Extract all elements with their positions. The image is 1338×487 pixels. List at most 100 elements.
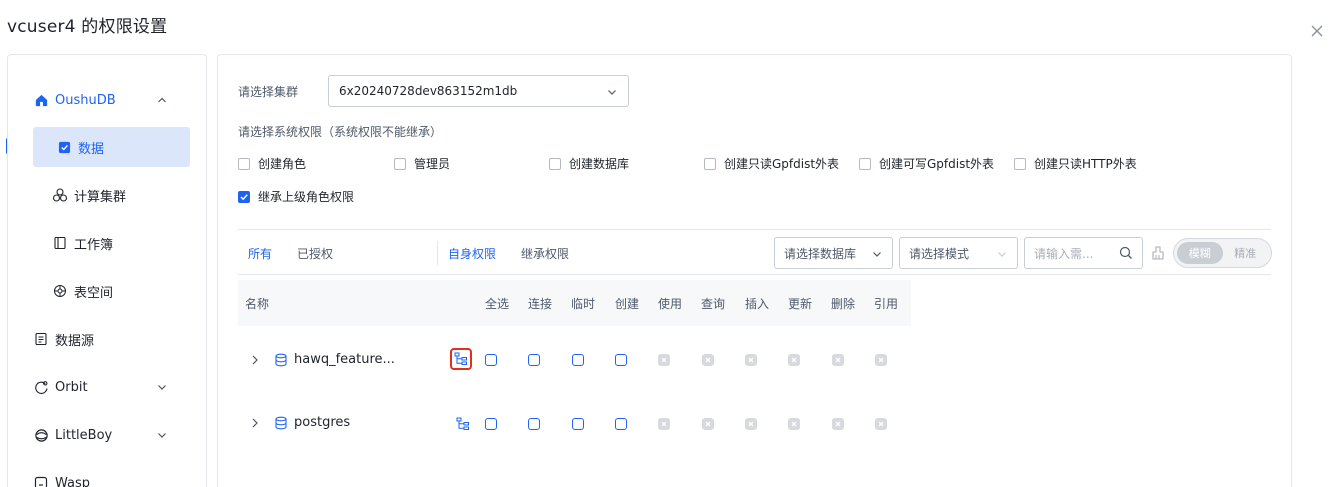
sidebar-item-tablespace[interactable]: 表空间 <box>8 271 206 311</box>
tree-icon <box>454 352 467 365</box>
column-header-temp: 临时 <box>571 297 596 311</box>
checkbox[interactable] <box>238 157 250 170</box>
cluster-select-value: 6x20240728dev863152m1db <box>339 84 518 98</box>
perm-readonly-http-checkbox[interactable]: 创建只读HTTP外表 <box>1014 155 1137 172</box>
sidebar-item-label: Orbit <box>55 379 88 395</box>
tab-own-permissions[interactable]: 自身权限 <box>448 245 496 262</box>
x-icon <box>878 421 884 427</box>
checkbox[interactable] <box>704 157 716 170</box>
close-button[interactable] <box>1308 22 1326 40</box>
column-header-select-all: 全选 <box>485 297 510 311</box>
sidebar-item-data[interactable]: 数据 <box>33 127 190 167</box>
column-header-create: 创建 <box>615 297 640 311</box>
sidebar-item-label: 计算集群 <box>74 189 127 205</box>
perm-select-all-checkbox[interactable] <box>485 418 497 430</box>
perm-select-all-checkbox[interactable] <box>485 354 497 366</box>
perm-writable-gpfdist-checkbox[interactable]: 创建可写Gpfdist外表 <box>859 155 994 172</box>
checkbox-label: 创建可写Gpfdist外表 <box>879 157 995 171</box>
tree-view-button[interactable] <box>452 413 474 435</box>
checkbox-square-icon <box>56 139 72 155</box>
database-filter-select[interactable]: 请选择数据库 <box>774 237 893 269</box>
sidebar-item-label: 工作簿 <box>74 237 114 253</box>
search-input[interactable]: 请输入需... <box>1024 237 1143 269</box>
perm-create-checkbox[interactable] <box>615 354 627 366</box>
sidebar-item-label: Wasp <box>55 475 91 487</box>
perm-create-db-checkbox[interactable]: 创建数据库 <box>549 155 629 172</box>
x-icon <box>791 357 797 363</box>
perm-delete-disabled <box>832 354 844 366</box>
perm-usage-disabled <box>658 354 670 366</box>
checkbox-label: 创建只读Gpfdist外表 <box>724 157 840 171</box>
database-icon <box>275 353 287 367</box>
perm-temp-checkbox[interactable] <box>572 354 584 366</box>
toggle-exact[interactable]: 精准 <box>1223 242 1269 264</box>
expand-icon[interactable] <box>249 417 261 429</box>
perm-insert-disabled <box>745 418 757 430</box>
checkbox[interactable] <box>549 157 561 170</box>
perm-reference-disabled <box>875 418 887 430</box>
sidebar: OushuDB 数据 计算集群 工作簿 表空间 数据源 Orbit Little… <box>7 54 207 487</box>
sidebar-item-datasource[interactable]: 数据源 <box>8 319 206 359</box>
column-header-select: 查询 <box>701 297 726 311</box>
perm-readonly-gpfdist-checkbox[interactable]: 创建只读Gpfdist外表 <box>704 155 839 172</box>
inherit-parent-role-checkbox[interactable]: 继承上级角色权限 <box>238 188 354 205</box>
cluster-select[interactable]: 6x20240728dev863152m1db <box>328 75 629 107</box>
database-icon <box>275 416 287 430</box>
schema-filter-select[interactable]: 请选择模式 <box>899 237 1018 269</box>
chevron-down-icon <box>998 252 1006 257</box>
perm-admin-checkbox[interactable]: 管理员 <box>394 155 450 172</box>
tab-inherited-permissions[interactable]: 继承权限 <box>521 245 569 262</box>
checkbox[interactable] <box>1014 157 1026 170</box>
checkbox-label: 继承上级角色权限 <box>258 190 355 204</box>
perm-create-checkbox[interactable] <box>615 418 627 430</box>
document-icon <box>33 331 49 347</box>
littleboy-icon <box>33 427 49 443</box>
perm-create-role-checkbox[interactable]: 创建角色 <box>238 155 306 172</box>
checkbox-label: 创建数据库 <box>569 157 630 171</box>
toggle-fuzzy[interactable]: 模糊 <box>1177 242 1223 264</box>
sidebar-item-compute-cluster[interactable]: 计算集群 <box>8 175 206 215</box>
chevron-up-icon <box>158 97 166 103</box>
chevron-down-icon <box>158 385 166 390</box>
column-header-name: 名称 <box>245 297 270 311</box>
tab-all[interactable]: 所有 <box>248 245 272 262</box>
sidebar-item-orbit[interactable]: Orbit <box>8 367 206 407</box>
x-icon <box>661 357 667 363</box>
perm-connect-checkbox[interactable] <box>528 418 540 430</box>
x-icon <box>791 421 797 427</box>
perm-delete-disabled <box>832 418 844 430</box>
tabs-bottom-border <box>238 274 1271 275</box>
x-icon <box>835 421 841 427</box>
column-header-insert: 插入 <box>745 297 770 311</box>
perm-connect-checkbox[interactable] <box>528 354 540 366</box>
sidebar-item-wasp[interactable]: Wasp <box>8 463 206 487</box>
tab-authorized[interactable]: 已授权 <box>297 245 333 262</box>
expand-icon[interactable] <box>249 354 261 366</box>
perm-insert-disabled <box>745 354 757 366</box>
perm-update-disabled <box>788 418 800 430</box>
perm-reference-disabled <box>875 354 887 366</box>
clean-icon[interactable] <box>1150 245 1166 261</box>
permission-panel: 请选择集群 6x20240728dev863152m1db 请选择系统权限（系统… <box>217 54 1292 487</box>
system-permission-label: 请选择系统权限（系统权限不能继承） <box>238 125 443 139</box>
checkbox[interactable] <box>859 157 871 170</box>
column-header-reference: 引用 <box>874 297 899 311</box>
checkbox-checked[interactable] <box>238 190 250 203</box>
perm-temp-checkbox[interactable] <box>572 418 584 430</box>
tree-view-button[interactable] <box>450 348 472 370</box>
perm-usage-disabled <box>658 418 670 430</box>
checkbox[interactable] <box>394 157 406 170</box>
chevron-down-icon <box>873 252 881 257</box>
x-icon <box>705 357 711 363</box>
database-name: hawq_feature... <box>294 352 395 367</box>
sidebar-item-littleboy[interactable]: LittleBoy <box>8 415 206 455</box>
sidebar-item-workbook[interactable]: 工作簿 <box>8 223 206 263</box>
search-icon[interactable] <box>1119 246 1133 260</box>
match-mode-toggle[interactable]: 模糊 精准 <box>1173 238 1272 268</box>
sidebar-item-oushudb[interactable]: OushuDB <box>8 80 206 120</box>
x-icon <box>705 421 711 427</box>
section-divider <box>238 229 1271 230</box>
column-header-usage: 使用 <box>658 297 683 311</box>
sidebar-item-label: LittleBoy <box>55 427 113 443</box>
database-filter-text: 请选择数据库 <box>784 246 857 261</box>
